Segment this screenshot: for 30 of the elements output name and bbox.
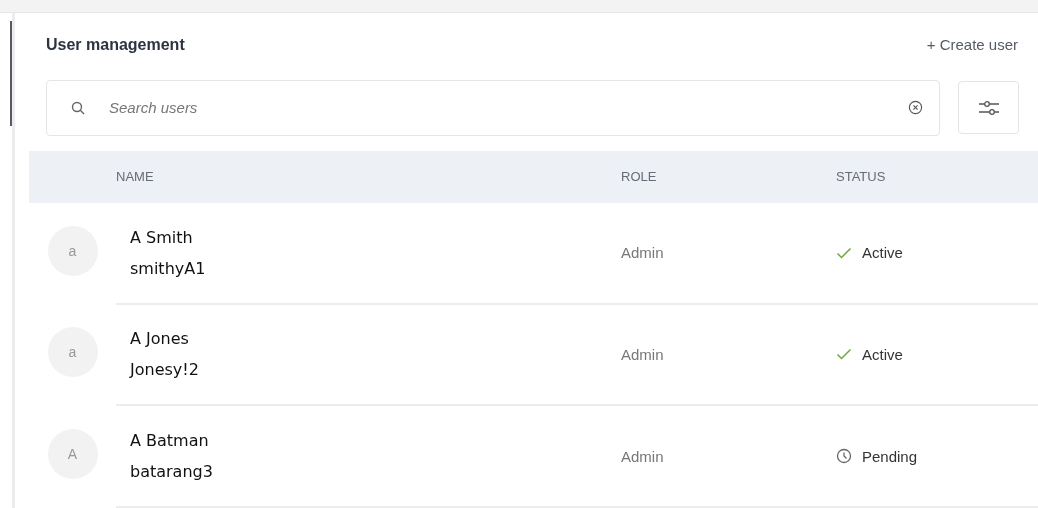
search-field[interactable]: Search users — [46, 79, 940, 136]
username: Jonesy!2 — [130, 359, 200, 382]
role-cell-text: Admin — [621, 447, 665, 465]
filter-button[interactable] — [958, 81, 1019, 135]
status-label: Pending — [862, 447, 918, 465]
create-user-button[interactable]: + Create user — [926, 36, 1018, 54]
clock-icon — [836, 448, 852, 465]
column-header: STATUS — [836, 169, 887, 185]
column-header: ROLE — [621, 169, 658, 185]
status-label: Active — [862, 346, 903, 363]
clear-icon[interactable] — [908, 100, 923, 116]
username: smithyA1 — [130, 257, 207, 280]
sliders-icon — [977, 99, 1000, 116]
avatar: a — [47, 327, 98, 378]
user-name: A Batman — [130, 430, 210, 453]
search-icon — [71, 100, 85, 115]
user-name: A Jones — [130, 328, 190, 351]
role-cell-text: Admin — [621, 346, 665, 363]
check-icon — [836, 246, 852, 259]
check-icon — [836, 348, 852, 361]
column-header: NAME — [116, 169, 155, 185]
user-name: A Smith — [130, 226, 194, 249]
scrollbar-thumb[interactable] — [10, 21, 12, 126]
avatar: a — [47, 225, 98, 276]
page-title: User management — [46, 35, 185, 54]
status-label: Active — [862, 244, 903, 262]
search-field[interactable]: Search users — [107, 98, 886, 118]
username: batarang3 — [130, 461, 214, 484]
role-cell-text: Admin — [621, 244, 665, 262]
avatar: A — [47, 429, 98, 480]
